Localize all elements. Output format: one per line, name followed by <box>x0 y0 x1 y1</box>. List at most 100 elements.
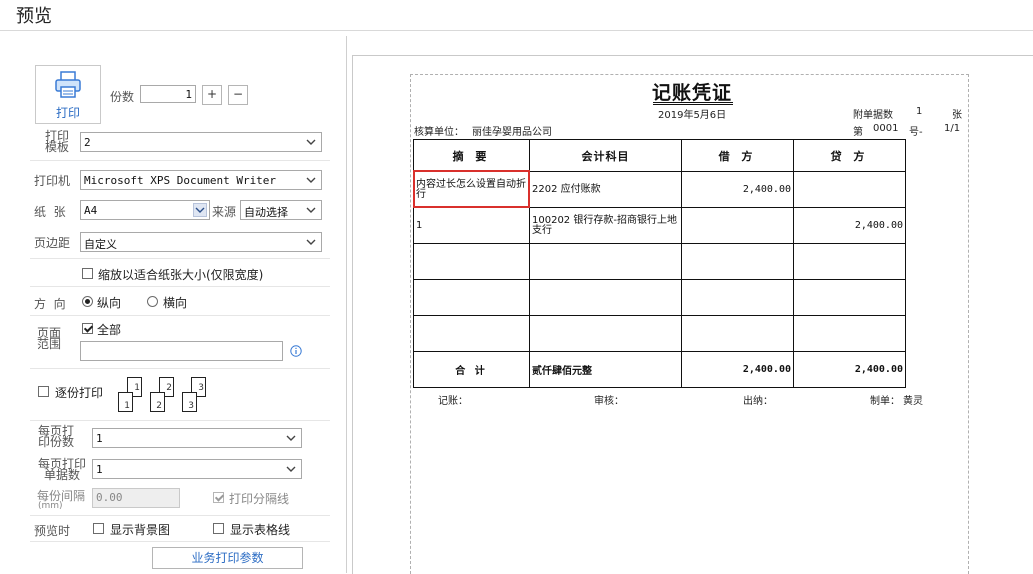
show-gridlines-checkbox[interactable] <box>213 523 224 534</box>
debit-cell <box>681 279 794 316</box>
orientation-label: 方 向 <box>34 297 66 311</box>
vouchers-per-page-label: 每页打印单据数 <box>37 457 86 482</box>
portrait-label: 纵向 <box>97 296 122 310</box>
cashier-label: 出纳： <box>743 396 773 407</box>
print-divider-label: 打印分隔线 <box>229 492 290 506</box>
total-label: 合 计 <box>413 351 530 388</box>
column-header: 摘 要 <box>413 139 530 172</box>
debit-cell: 2,400.00 <box>681 171 794 208</box>
divider <box>30 541 330 542</box>
show-background-checkbox[interactable] <box>93 523 104 534</box>
table-header-row: 摘 要 会计科目 借 方 贷 方 <box>413 139 906 172</box>
page-number: 1 <box>134 383 140 393</box>
voucher-title: 记账凭证 <box>651 82 732 104</box>
paper-select[interactable]: A4 <box>80 200 210 220</box>
fit-paper-checkbox[interactable] <box>82 268 93 279</box>
debit-cell <box>681 315 794 352</box>
chevron-down-icon <box>306 177 316 183</box>
show-background-label: 显示背景图 <box>110 523 171 537</box>
divider <box>30 286 330 287</box>
total-row: 合 计 贰仟肆佰元整 2,400.00 2,400.00 <box>413 351 906 388</box>
table-row <box>413 243 906 280</box>
credit-cell <box>793 243 906 280</box>
info-icon[interactable] <box>290 345 302 357</box>
page-icon: 3 <box>182 392 197 412</box>
unit-label: 核算单位： <box>414 127 464 138</box>
table-row <box>413 279 906 316</box>
print-button[interactable]: 打印 <box>35 65 101 124</box>
landscape-radio[interactable] <box>147 296 158 307</box>
printer-select[interactable]: Microsoft XPS Document Writer <box>80 170 322 190</box>
account-cell <box>529 315 682 352</box>
page-range-input[interactable] <box>80 341 283 361</box>
chevron-down-icon <box>286 466 296 472</box>
spacing-input[interactable]: 0.00 <box>92 488 180 508</box>
column-header: 借 方 <box>681 139 794 172</box>
divider <box>30 160 330 161</box>
margin-select[interactable]: 自定义 <box>80 232 322 252</box>
preview-when-label: 预览时 <box>34 524 71 538</box>
page-range-all-checkbox[interactable] <box>82 323 93 334</box>
printer-label: 打印机 <box>34 174 71 188</box>
template-select[interactable]: 2 <box>80 132 322 152</box>
page-number: 3 <box>188 401 194 411</box>
summary-cell <box>413 279 530 316</box>
copies-per-page-label: 每页打印份数 <box>37 424 74 449</box>
margin-label: 页边距 <box>34 236 71 250</box>
column-header: 贷 方 <box>793 139 906 172</box>
copies-label: 份数 <box>110 90 135 104</box>
total-credit: 2,400.00 <box>793 351 906 388</box>
table-row: 1 100202 银行存款-招商银行上地支行 2,400.00 <box>413 207 906 244</box>
column-header: 会计科目 <box>529 139 682 172</box>
panel-divider <box>346 36 347 573</box>
debit-cell <box>681 243 794 280</box>
voucher-number-suffix: 号- <box>909 127 923 138</box>
spacing-unit: (mm) <box>38 501 63 511</box>
attachments-label: 附单据数 <box>853 110 893 121</box>
portrait-radio[interactable] <box>82 296 93 307</box>
chevron-down-icon <box>193 203 207 217</box>
print-button-label: 打印 <box>55 106 80 120</box>
reviewer-label: 审核： <box>594 396 624 407</box>
credit-cell: 2,400.00 <box>793 207 906 244</box>
bookkeeper-label: 记账： <box>438 396 468 407</box>
copies-input[interactable]: 1 <box>140 85 196 103</box>
copies-increment-button[interactable]: + <box>202 85 222 105</box>
copies-decrement-button[interactable]: − <box>228 85 248 105</box>
attachments-count: 1 <box>916 106 923 117</box>
print-divider-checkbox[interactable] <box>213 492 224 503</box>
divider <box>30 515 330 516</box>
template-label: 打印模板 <box>44 129 69 154</box>
chevron-down-icon <box>306 139 316 145</box>
collate-checkbox[interactable] <box>38 386 49 397</box>
landscape-label: 横向 <box>163 296 188 310</box>
account-cell <box>529 279 682 316</box>
table-row <box>413 315 906 352</box>
paper-source-label: 来源 <box>212 205 237 219</box>
title-underline <box>653 104 733 105</box>
page-range-label: 页面范围 <box>36 326 61 351</box>
preparer-label: 制单： <box>870 396 900 407</box>
template-value: 2 <box>84 136 91 149</box>
vouchers-per-page-select[interactable]: 1 <box>92 459 302 479</box>
page-icon: 1 <box>118 392 133 412</box>
summary-cell <box>413 315 530 352</box>
business-print-params-button[interactable]: 业务打印参数 <box>152 547 303 569</box>
margin-value: 自定义 <box>84 238 117 251</box>
paper-label: 纸 张 <box>34 205 66 219</box>
credit-cell <box>793 279 906 316</box>
debit-cell <box>681 207 794 244</box>
page-number: 1 <box>124 401 130 411</box>
preparer-name: 黄灵 <box>903 396 923 407</box>
copies-per-page-select[interactable]: 1 <box>92 428 302 448</box>
chevron-down-icon <box>306 207 316 213</box>
divider <box>30 420 330 421</box>
paper-source-select[interactable]: 自动选择 <box>240 200 322 220</box>
page-number: 2 <box>156 401 162 411</box>
unit-name: 丽佳孕婴用品公司 <box>472 127 552 138</box>
credit-cell <box>793 171 906 208</box>
highlight-box <box>413 170 530 208</box>
credit-cell <box>793 315 906 352</box>
fit-paper-label: 缩放以适合纸张大小(仅限宽度) <box>98 268 264 282</box>
printer-icon <box>55 71 81 98</box>
